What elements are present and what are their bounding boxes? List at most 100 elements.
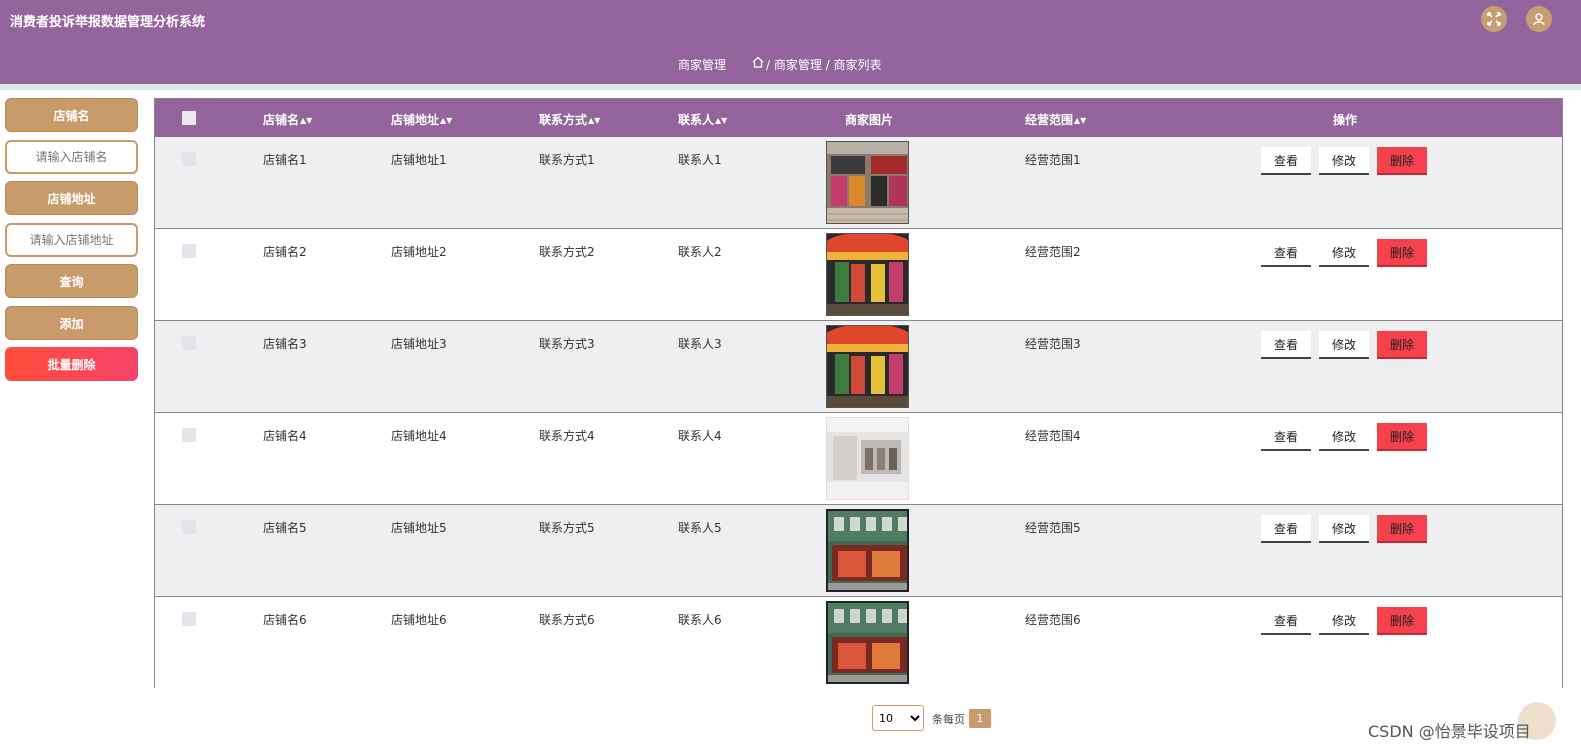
cell-person: 联系人1 (678, 153, 722, 167)
cell-person: 联系人3 (678, 337, 722, 351)
view-button[interactable]: 查看 (1261, 331, 1311, 359)
breadcrumb-path[interactable]: / 商家管理 / 商家列表 (766, 56, 882, 73)
storefront-photo-3[interactable] (826, 417, 909, 500)
row-checkbox[interactable] (182, 428, 196, 442)
table-row: 店铺名4 店铺地址4 联系方式4 联系人4 经营范围4 查看 修改 删除 (155, 413, 1562, 505)
view-button[interactable]: 查看 (1261, 239, 1311, 267)
cell-contact: 联系方式3 (539, 337, 595, 351)
sort-icon[interactable]: ▲▼ (588, 116, 600, 125)
select-all-checkbox[interactable] (182, 111, 196, 125)
cell-scope: 经营范围6 (1025, 613, 1081, 627)
per-page-label: 条每页 (932, 713, 965, 726)
cell-store-name: 店铺名2 (263, 245, 307, 259)
store-name-label: 店铺名 (5, 98, 138, 132)
edit-button[interactable]: 修改 (1319, 423, 1369, 451)
watermark: CSDN @怡景毕设项目 (1368, 722, 1531, 741)
home-icon[interactable] (752, 56, 764, 68)
column-header-actions: 操作 (1333, 113, 1358, 127)
cell-contact: 联系方式6 (539, 613, 595, 627)
breadcrumb: 商家管理 / 商家管理 / 商家列表 (0, 56, 1581, 72)
column-header-store-name[interactable]: 店铺名▲▼ (263, 111, 312, 128)
table-row: 店铺名6 店铺地址6 联系方式6 联系人6 经营范围6 查看 修改 删除 (155, 597, 1562, 689)
cell-person: 联系人6 (678, 613, 722, 627)
delete-button[interactable]: 删除 (1377, 515, 1427, 543)
page-size-select[interactable]: 10 (872, 705, 924, 731)
cell-scope: 经营范围2 (1025, 245, 1081, 259)
cell-store-name: 店铺名1 (263, 153, 307, 167)
column-header-store-address[interactable]: 店铺地址▲▼ (391, 111, 452, 128)
cell-scope: 经营范围4 (1025, 429, 1081, 443)
table-header: 店铺名▲▼ 店铺地址▲▼ 联系方式▲▼ 联系人▲▼ 商家图片 经营范围▲▼ 操作 (155, 99, 1562, 137)
cell-store-name: 店铺名4 (263, 429, 307, 443)
breadcrumb-module: 商家管理 (678, 58, 727, 72)
store-name-input[interactable] (5, 140, 138, 174)
app-title: 消费者投诉举报数据管理分析系统 (10, 15, 206, 30)
view-button[interactable]: 查看 (1261, 607, 1311, 635)
cell-person: 联系人2 (678, 245, 722, 259)
row-checkbox[interactable] (182, 152, 196, 166)
store-table: 店铺名▲▼ 店铺地址▲▼ 联系方式▲▼ 联系人▲▼ 商家图片 经营范围▲▼ 操作… (154, 98, 1563, 689)
storefront-photo-1[interactable] (826, 141, 909, 224)
cell-scope: 经营范围3 (1025, 337, 1081, 351)
sort-icon[interactable]: ▲▼ (1074, 116, 1086, 125)
cell-contact: 联系方式4 (539, 429, 595, 443)
query-button[interactable]: 查询 (5, 264, 138, 298)
cell-scope: 经营范围5 (1025, 521, 1081, 535)
edit-button[interactable]: 修改 (1319, 607, 1369, 635)
top-header: 消费者投诉举报数据管理分析系统 商家管理 / 商家管理 / 商家列表 (0, 0, 1581, 84)
column-header-person[interactable]: 联系人▲▼ (678, 111, 727, 128)
cell-store-name: 店铺名3 (263, 337, 307, 351)
edit-button[interactable]: 修改 (1319, 515, 1369, 543)
cell-contact: 联系方式2 (539, 245, 595, 259)
row-checkbox[interactable] (182, 612, 196, 626)
table-row: 店铺名5 店铺地址5 联系方式5 联系人5 经营范围5 查看 修改 删除 (155, 505, 1562, 597)
cell-store-address: 店铺地址3 (391, 337, 447, 351)
column-header-image: 商家图片 (845, 113, 894, 127)
storefront-photo-2[interactable] (826, 233, 909, 316)
delete-button[interactable]: 删除 (1377, 607, 1427, 635)
sort-icon[interactable]: ▲▼ (300, 116, 312, 125)
row-checkbox[interactable] (182, 244, 196, 258)
sort-icon[interactable]: ▲▼ (715, 116, 727, 125)
header-separator (0, 84, 1581, 90)
delete-button[interactable]: 删除 (1377, 423, 1427, 451)
cell-scope: 经营范围1 (1025, 153, 1081, 167)
add-button[interactable]: 添加 (5, 306, 138, 340)
view-button[interactable]: 查看 (1261, 423, 1311, 451)
store-address-input[interactable] (5, 223, 138, 257)
user-icon[interactable] (1526, 6, 1552, 32)
delete-button[interactable]: 删除 (1377, 239, 1427, 267)
cell-contact: 联系方式1 (539, 153, 595, 167)
page-number-button[interactable]: 1 (969, 709, 991, 728)
column-header-contact[interactable]: 联系方式▲▼ (539, 111, 600, 128)
edit-button[interactable]: 修改 (1319, 331, 1369, 359)
storefront-photo-4[interactable] (826, 509, 909, 592)
edit-button[interactable]: 修改 (1319, 239, 1369, 267)
fullscreen-icon[interactable] (1481, 6, 1507, 32)
cell-person: 联系人4 (678, 429, 722, 443)
cell-store-name: 店铺名5 (263, 521, 307, 535)
cell-store-address: 店铺地址2 (391, 245, 447, 259)
cell-store-address: 店铺地址1 (391, 153, 447, 167)
row-checkbox[interactable] (182, 520, 196, 534)
view-button[interactable]: 查看 (1261, 515, 1311, 543)
batch-delete-button[interactable]: 批量删除 (5, 347, 138, 381)
storefront-photo-2[interactable] (826, 325, 909, 408)
cell-store-address: 店铺地址5 (391, 521, 447, 535)
cell-person: 联系人5 (678, 521, 722, 535)
column-header-scope[interactable]: 经营范围▲▼ (1025, 111, 1086, 128)
storefront-photo-4[interactable] (826, 601, 909, 684)
cell-store-address: 店铺地址6 (391, 613, 447, 627)
sort-icon[interactable]: ▲▼ (440, 116, 452, 125)
edit-button[interactable]: 修改 (1319, 147, 1369, 175)
table-row: 店铺名2 店铺地址2 联系方式2 联系人2 经营范围2 查看 修改 删除 (155, 229, 1562, 321)
delete-button[interactable]: 删除 (1377, 147, 1427, 175)
delete-button[interactable]: 删除 (1377, 331, 1427, 359)
cell-contact: 联系方式5 (539, 521, 595, 535)
row-checkbox[interactable] (182, 336, 196, 350)
cell-store-name: 店铺名6 (263, 613, 307, 627)
table-row: 店铺名1 店铺地址1 联系方式1 联系人1 经营范围1 查看 修改 删除 (155, 137, 1562, 229)
view-button[interactable]: 查看 (1261, 147, 1311, 175)
cell-store-address: 店铺地址4 (391, 429, 447, 443)
table-row: 店铺名3 店铺地址3 联系方式3 联系人3 经营范围3 查看 修改 删除 (155, 321, 1562, 413)
